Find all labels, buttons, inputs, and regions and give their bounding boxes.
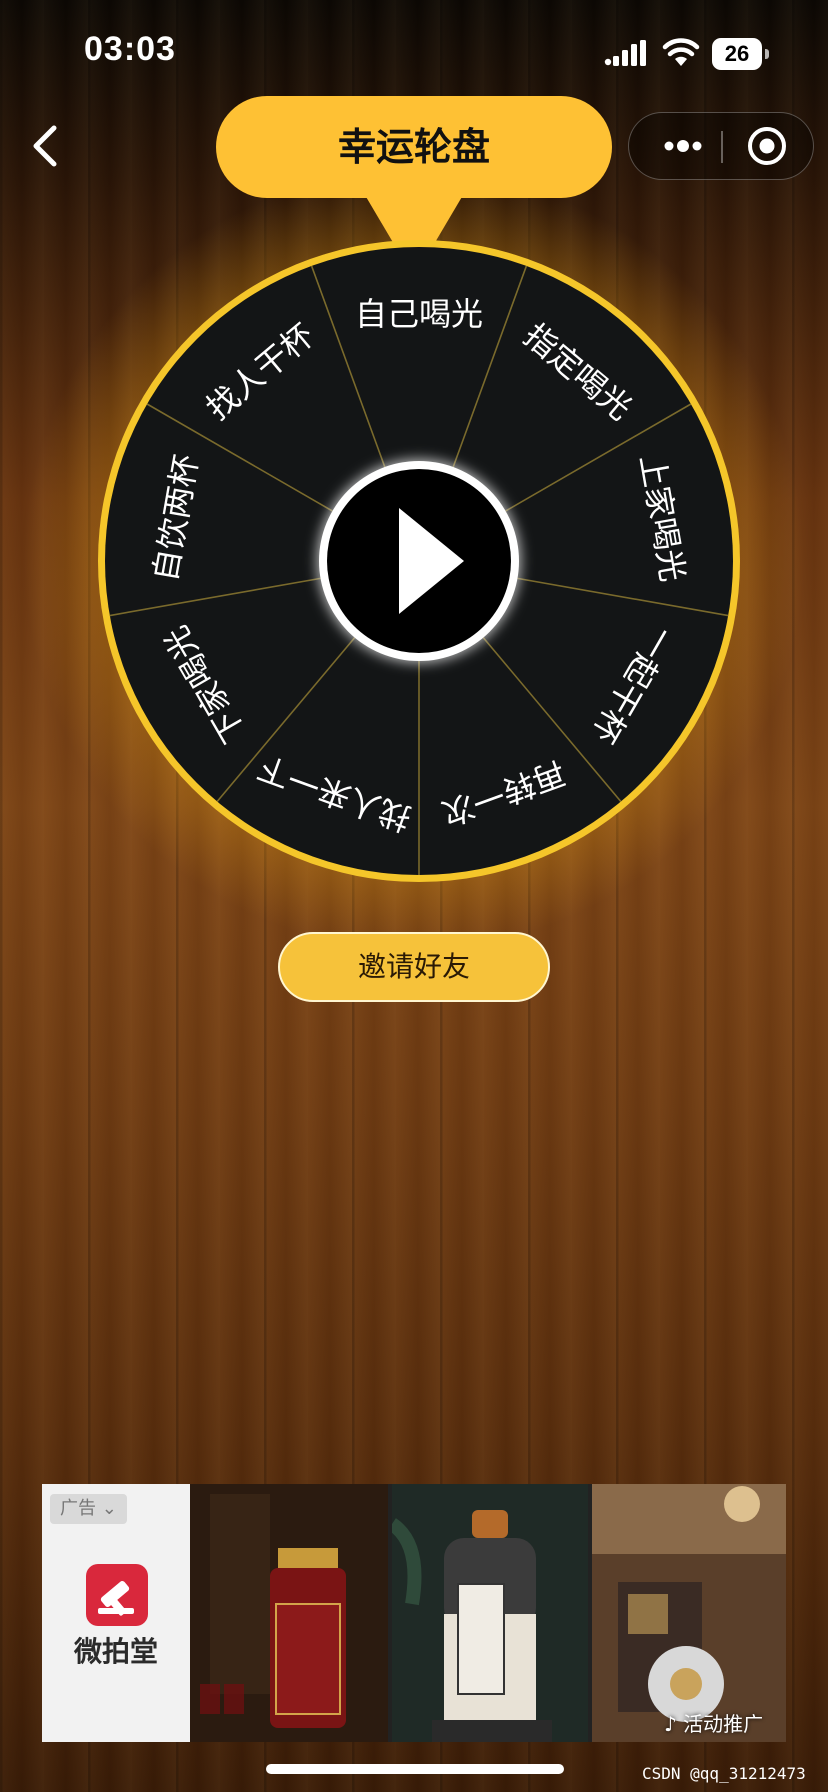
music-note-icon: ♪	[664, 1712, 677, 1736]
back-button[interactable]	[22, 118, 72, 174]
ad-banner[interactable]: 广告 ⌄ 微拍堂 ♪ 活动推广	[42, 1484, 786, 1742]
miniprogram-capsule	[628, 112, 814, 180]
ad-photo-gift-box	[592, 1484, 786, 1742]
more-button[interactable]	[643, 113, 719, 179]
spin-button[interactable]	[319, 461, 519, 661]
lucky-wheel[interactable]: 自己喝光 指定喝光 上家喝光 一起干杯 再转一次 找人来一下 下家喝光 自饮两杯 找人干杯	[96, 238, 742, 884]
battery-icon: 26	[712, 38, 770, 70]
ad-brand-name: 微拍堂	[73, 1635, 158, 1668]
ad-logo-panel: 广告 ⌄ 微拍堂	[42, 1484, 190, 1742]
invite-friends-button[interactable]: 邀请好友	[278, 932, 550, 1002]
target-circle-icon	[748, 127, 786, 165]
capsule-divider	[721, 131, 723, 163]
ad-tag-label: 广告	[60, 1498, 96, 1519]
watermark: CSDN @qq_31212473	[642, 1764, 806, 1783]
cellular-signal-icon	[604, 40, 646, 66]
wheel-segment-label: 自己喝光	[355, 295, 483, 333]
weipaitang-logo	[86, 1564, 148, 1626]
wifi-icon	[662, 38, 700, 66]
page-title: 幸运轮盘	[337, 125, 490, 169]
ad-photo-baijiu-bottle	[190, 1484, 388, 1742]
battery-tip	[765, 49, 769, 59]
ad-tag[interactable]: 广告 ⌄	[50, 1494, 127, 1524]
more-dots-icon	[664, 140, 702, 152]
home-indicator[interactable]	[266, 1764, 564, 1774]
ad-photo-she-de-bottle	[392, 1484, 588, 1742]
ad-promo-label: ♪ 活动推广	[664, 1708, 763, 1737]
chevron-down-icon: ⌄	[101, 1498, 117, 1519]
battery-level: 26	[712, 38, 762, 70]
ad-promo-text: 活动推广	[683, 1712, 764, 1736]
status-bar: 03:03 26	[0, 0, 828, 100]
close-miniprogram-button[interactable]	[729, 113, 809, 179]
status-time: 03:03	[84, 30, 176, 68]
chevron-left-icon	[33, 125, 57, 167]
wheel-graphic: 自己喝光指定喝光上家喝光一起干杯再转一次找人来一下下家喝光自饮两杯找人干杯	[98, 240, 740, 882]
